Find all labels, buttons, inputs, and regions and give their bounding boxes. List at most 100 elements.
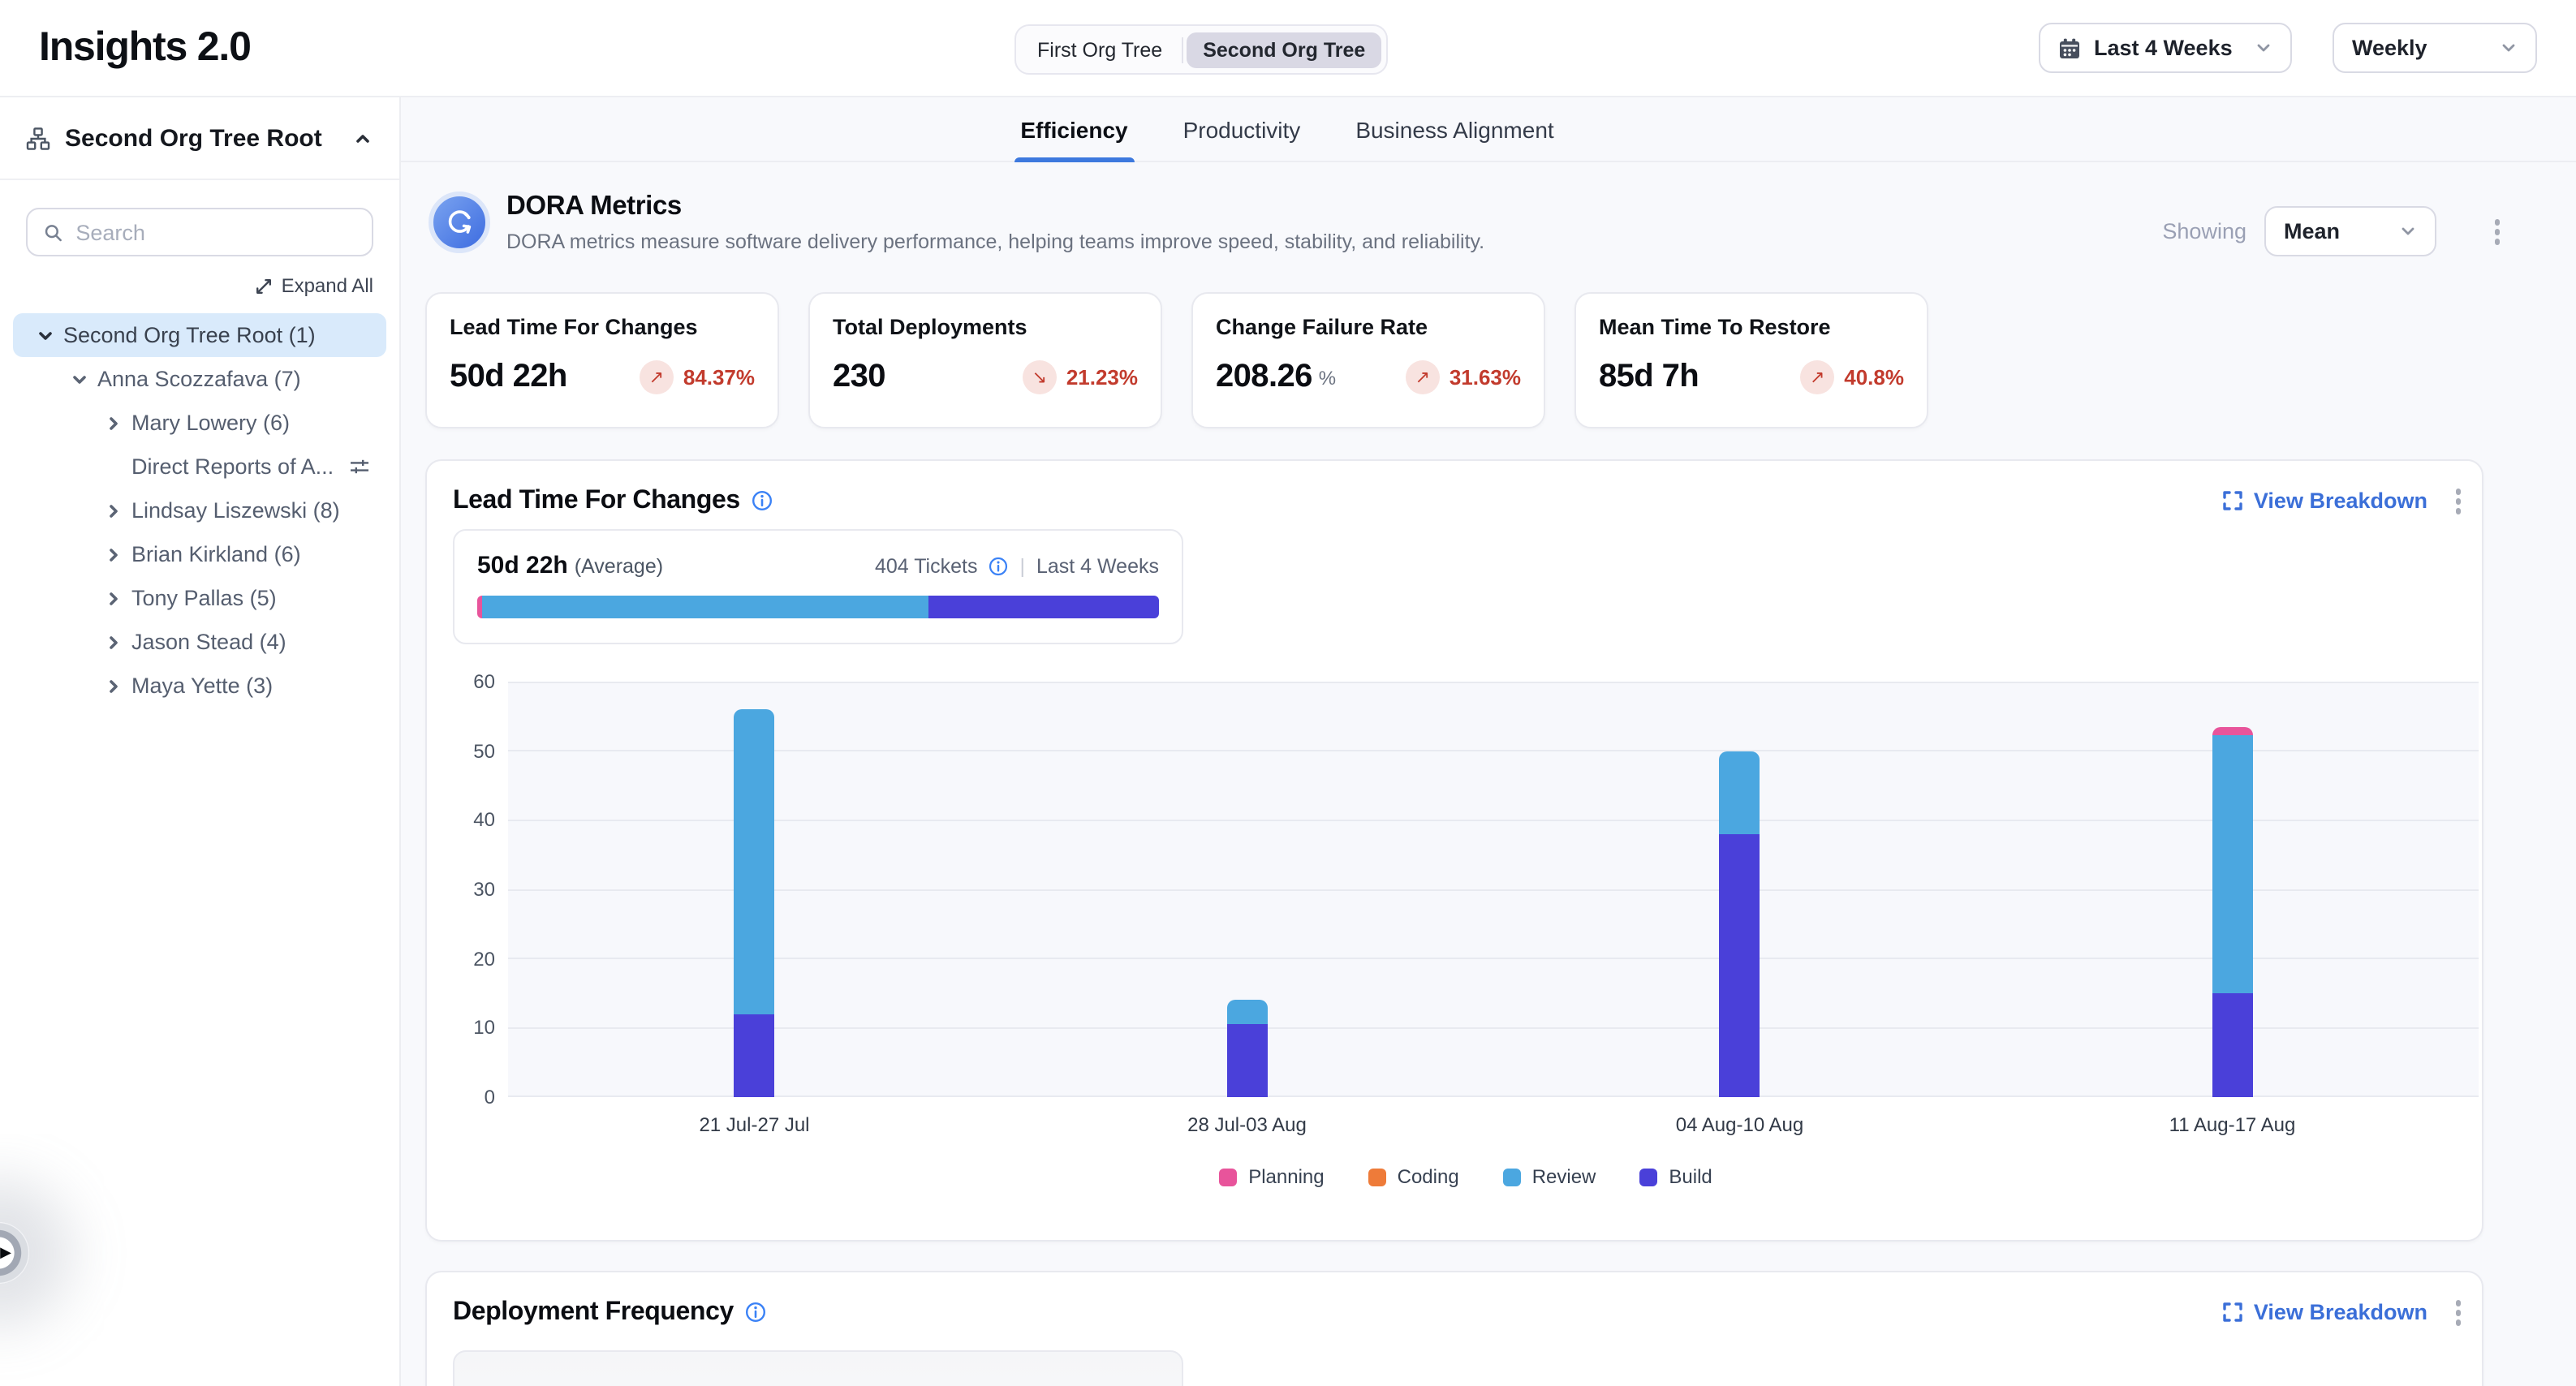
- tickets-count: 404 Tickets: [875, 555, 977, 578]
- sidebar-header: Second Org Tree Root: [0, 97, 399, 180]
- sidebar-item-anna-scozzafava-7[interactable]: Anna Scozzafava (7): [13, 357, 386, 401]
- chevron-up-icon: [352, 127, 373, 148]
- deployment-menu-button[interactable]: [2450, 1295, 2466, 1330]
- org-tree: Second Org Tree Root (1) Anna Scozzafava …: [0, 303, 399, 717]
- org-tree-toggle-first-org-tree[interactable]: First Org Tree: [1021, 32, 1178, 67]
- x-axis-tick-label: 11 Aug-17 Aug: [1986, 1113, 2479, 1136]
- bar-segment-review[interactable]: [1227, 1001, 1268, 1025]
- trend-up-arrow-icon: ↗: [1800, 360, 1834, 394]
- legend-swatch-review: [1503, 1168, 1521, 1186]
- metric-card-change-failure-rate: Change Failure Rate208.26%↗31.63%: [1191, 292, 1545, 428]
- legend-item-coding[interactable]: Coding: [1368, 1165, 1459, 1188]
- bar-segment-build[interactable]: [734, 1014, 775, 1097]
- chevron-right-icon[interactable]: [106, 546, 122, 562]
- legend-swatch-coding: [1368, 1168, 1386, 1186]
- sidebar-item-mary-lowery-6[interactable]: Mary Lowery (6): [13, 401, 386, 445]
- lead-time-panel-actions: View Breakdown: [2223, 484, 2466, 519]
- tab-productivity[interactable]: Productivity: [1183, 97, 1301, 161]
- tree-item-label: Jason Stead (4): [131, 630, 286, 654]
- bar-segment-review[interactable]: [734, 709, 775, 1014]
- tab-efficiency[interactable]: Efficiency: [1020, 97, 1127, 161]
- view-breakdown-label: View Breakdown: [2254, 489, 2427, 514]
- chevron-down-icon[interactable]: [37, 327, 54, 343]
- lead-time-menu-button[interactable]: [2450, 484, 2466, 519]
- y-axis-tick-label: 30: [453, 878, 495, 901]
- tab-business-alignment[interactable]: Business Alignment: [1355, 97, 1553, 161]
- deployment-panel-header: Deployment Frequency View Breakdown: [453, 1295, 2466, 1330]
- search-input[interactable]: [75, 220, 355, 244]
- tree-item-label: Lindsay Liszewski (8): [131, 498, 340, 523]
- expand-all-button[interactable]: Expand All: [0, 256, 399, 303]
- legend-label: Build: [1669, 1165, 1712, 1188]
- bar-segment-build[interactable]: [2212, 993, 2253, 1097]
- filter-sliders-icon[interactable]: [349, 456, 370, 477]
- chevron-right-icon[interactable]: [106, 415, 122, 431]
- summary-top: 50d 22h (Average) 404 Tickets | Last 4 W…: [454, 531, 1182, 579]
- divider: |: [1019, 555, 1025, 578]
- chevron-right-icon[interactable]: [106, 590, 122, 606]
- sidebar-item-maya-yette-3[interactable]: Maya Yette (3): [13, 664, 386, 708]
- dora-menu-button[interactable]: [2489, 214, 2505, 249]
- tree-item-label: Tony Pallas (5): [131, 586, 277, 610]
- dora-subtitle: DORA metrics measure software delivery p…: [506, 230, 1484, 253]
- info-icon[interactable]: [745, 1302, 766, 1324]
- chevron-right-icon[interactable]: [106, 502, 122, 519]
- deployment-frequency-panel: Deployment Frequency View Breakdown: [425, 1271, 2483, 1386]
- sidebar-item-brian-kirkland-6[interactable]: Brian Kirkland (6): [13, 532, 386, 576]
- chart-gridline: [508, 820, 2479, 821]
- topbar: Insights 2.0 First Org Tree Second Org Tr…: [0, 0, 2576, 97]
- legend-label: Planning: [1248, 1165, 1324, 1188]
- aggregation-select[interactable]: Mean: [2264, 206, 2436, 256]
- sidebar-item-tony-pallas-5[interactable]: Tony Pallas (5): [13, 576, 386, 620]
- chevron-down-icon[interactable]: [71, 371, 88, 387]
- sidebar-item-jason-stead-4[interactable]: Jason Stead (4): [13, 620, 386, 664]
- bar-segment-review[interactable]: [2212, 735, 2253, 993]
- tabs: Efficiency Productivity Business Alignment: [200, 97, 2375, 161]
- sidebar-item-second-org-tree-root-1[interactable]: Second Org Tree Root (1): [13, 313, 386, 357]
- calendar-icon: [2058, 37, 2081, 59]
- chart-legend: Planning Coding Review Build: [453, 1165, 2479, 1188]
- chevron-right-icon[interactable]: [106, 678, 122, 694]
- y-axis-tick-label: 10: [453, 1017, 495, 1040]
- bar-segment-build[interactable]: [1227, 1024, 1268, 1097]
- tabs-row: Efficiency Productivity Business Alignment: [401, 97, 2576, 162]
- tree-item-label: Second Org Tree Root (1): [63, 323, 316, 347]
- date-range-select[interactable]: Last 4 Weeks: [2039, 23, 2292, 73]
- sidebar-item-direct-reports-of-a[interactable]: Direct Reports of A...: [13, 445, 386, 489]
- app-title: Insights 2.0: [39, 24, 251, 71]
- y-axis-tick-label: 20: [453, 947, 495, 970]
- bar-segment-planning[interactable]: [2212, 727, 2253, 735]
- view-breakdown-link[interactable]: View Breakdown: [2223, 1301, 2427, 1325]
- metric-card-total-deployments: Total Deployments230↘21.23%: [808, 292, 1162, 428]
- lead-time-panel: Lead Time For Changes View Breakdown 50d…: [425, 459, 2483, 1242]
- y-axis-tick-label: 50: [453, 739, 495, 762]
- summary-value: 50d 22h: [477, 552, 568, 579]
- org-tree-toggle-second-org-tree[interactable]: Second Org Tree: [1187, 32, 1381, 67]
- chevron-right-icon[interactable]: [106, 634, 122, 650]
- bar-segment-build[interactable]: [1720, 834, 1760, 1097]
- tree-item-label: Maya Yette (3): [131, 674, 273, 698]
- sidebar-item-lindsay-liszewski-8[interactable]: Lindsay Liszewski (8): [13, 489, 386, 532]
- view-breakdown-link[interactable]: View Breakdown: [2223, 489, 2427, 514]
- info-icon[interactable]: [752, 491, 773, 512]
- metric-card-mean-time-to-restore: Mean Time To Restore85d 7h↗40.8%: [1574, 292, 1928, 428]
- phase-distribution-bar: [477, 596, 1159, 618]
- metric-card-value: 208.26: [1216, 359, 1312, 396]
- trend-badge: ↗84.37%: [640, 360, 755, 394]
- aggregation-value: Mean: [2284, 219, 2340, 243]
- chart-gridline: [508, 958, 2479, 959]
- trend-badge: ↗40.8%: [1800, 360, 1904, 394]
- sidebar-collapse-button[interactable]: [352, 127, 373, 148]
- metric-card-title: Change Failure Rate: [1216, 315, 1521, 339]
- legend-item-review[interactable]: Review: [1503, 1165, 1596, 1188]
- x-axis-tick-label: 28 Jul-03 Aug: [1001, 1113, 1493, 1136]
- legend-item-build[interactable]: Build: [1639, 1165, 1712, 1188]
- caret-right-icon: ▶: [0, 1244, 11, 1262]
- trend-badge: ↗31.63%: [1406, 360, 1521, 394]
- legend-swatch-planning: [1219, 1168, 1237, 1186]
- info-icon[interactable]: [989, 557, 1008, 576]
- bar-segment-review[interactable]: [1720, 751, 1760, 833]
- granularity-select[interactable]: Weekly: [2333, 23, 2537, 73]
- search-icon: [44, 222, 62, 243]
- legend-item-planning[interactable]: Planning: [1219, 1165, 1324, 1188]
